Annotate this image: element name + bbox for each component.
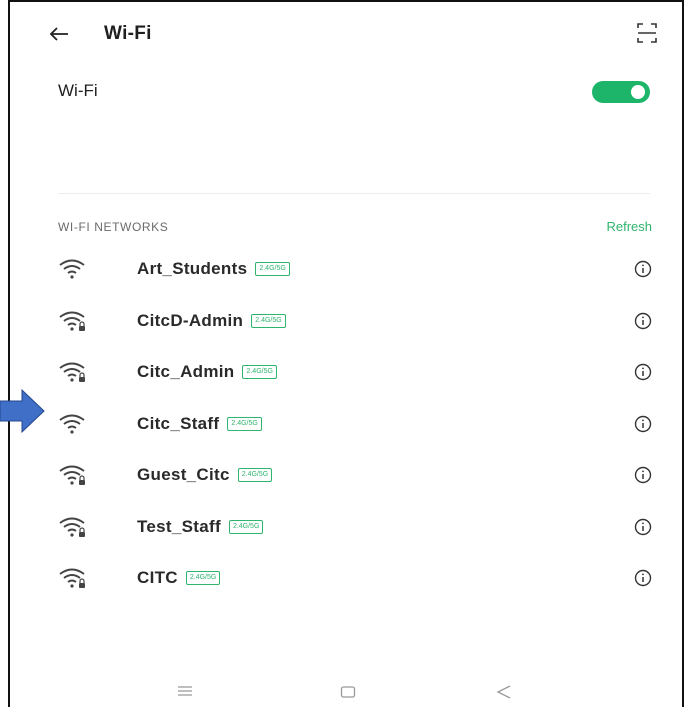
network-ssid: Test_Staff — [137, 516, 221, 536]
wifi-toggle-label: Wi-Fi — [58, 81, 98, 100]
wifi-signal-icon — [59, 465, 85, 485]
system-nav-bar — [0, 680, 685, 706]
refresh-button[interactable]: Refresh — [606, 219, 652, 234]
network-row[interactable]: Test_Staff 2.4G/5G — [58, 512, 652, 542]
network-name: Citc_Admin 2.4G/5G — [137, 362, 277, 382]
network-name: Citc_Staff 2.4G/5G — [137, 414, 262, 434]
band-badge: 2.4G/5G — [251, 313, 286, 328]
wifi-signal-icon — [59, 362, 85, 382]
network-row[interactable]: Citc_Admin 2.4G/5G — [58, 357, 652, 387]
home-icon[interactable] — [340, 685, 356, 699]
info-icon[interactable] — [634, 466, 652, 484]
wifi-toggle-row: Wi-Fi — [58, 78, 650, 104]
divider — [58, 193, 650, 194]
band-badge: 2.4G/5G — [227, 416, 262, 431]
network-ssid: Citc_Admin — [137, 362, 235, 381]
band-badge: 2.4G/5G — [185, 571, 221, 585]
network-row[interactable]: Citc_Staff 2.4G/5G — [58, 409, 652, 439]
back-triangle-icon[interactable] — [496, 684, 512, 700]
network-ssid: CITC — [137, 568, 178, 587]
toggle-knob — [631, 85, 645, 99]
wifi-signal-icon — [59, 259, 85, 279]
pointer-arrow-icon — [0, 388, 45, 434]
network-name: Guest_Citc 2.4G/5G — [137, 465, 273, 485]
info-icon[interactable] — [634, 312, 652, 330]
band-badge: 2.4G/5G — [242, 365, 277, 379]
band-badge: 2.4G/5G — [228, 519, 264, 534]
page-title: Wi-Fi — [104, 23, 152, 44]
app-header: Wi-Fi — [48, 22, 152, 46]
wifi-signal-icon — [59, 568, 85, 588]
network-row[interactable]: Art_Students 2.4G/5G — [58, 254, 652, 284]
networks-section-header: WI-FI NETWORKS Refresh — [58, 218, 652, 236]
wifi-signal-icon — [59, 311, 85, 331]
network-name: Test_Staff 2.4G/5G — [137, 516, 264, 537]
network-name: CitcD-Admin 2.4G/5G — [137, 311, 286, 331]
info-icon[interactable] — [634, 363, 652, 381]
menu-icon[interactable] — [177, 684, 193, 698]
band-badge: 2.4G/5G — [237, 468, 273, 482]
network-ssid: Citc_Staff — [137, 413, 220, 433]
network-ssid: Guest_Citc — [137, 465, 230, 484]
info-icon[interactable] — [634, 415, 652, 433]
network-row[interactable]: Guest_Citc 2.4G/5G — [58, 460, 652, 490]
network-name: Art_Students 2.4G/5G — [137, 259, 290, 279]
network-ssid: Art_Students — [137, 259, 248, 278]
qr-scan-icon[interactable] — [637, 22, 657, 44]
wifi-toggle-switch[interactable] — [592, 81, 650, 103]
network-ssid: CitcD-Admin — [137, 310, 244, 330]
wifi-signal-icon — [59, 414, 85, 434]
info-icon[interactable] — [634, 260, 652, 278]
phone-screen — [8, 0, 684, 707]
network-row[interactable]: CitcD-Admin 2.4G/5G — [58, 306, 652, 336]
network-name: CITC 2.4G/5G — [137, 568, 221, 588]
band-badge: 2.4G/5G — [255, 262, 290, 276]
wifi-signal-icon — [59, 517, 85, 537]
arrow-left-icon[interactable] — [48, 24, 70, 44]
info-icon[interactable] — [634, 569, 652, 587]
network-row[interactable]: CITC 2.4G/5G — [58, 563, 652, 593]
section-title: WI-FI NETWORKS — [58, 220, 169, 234]
info-icon[interactable] — [634, 518, 652, 536]
